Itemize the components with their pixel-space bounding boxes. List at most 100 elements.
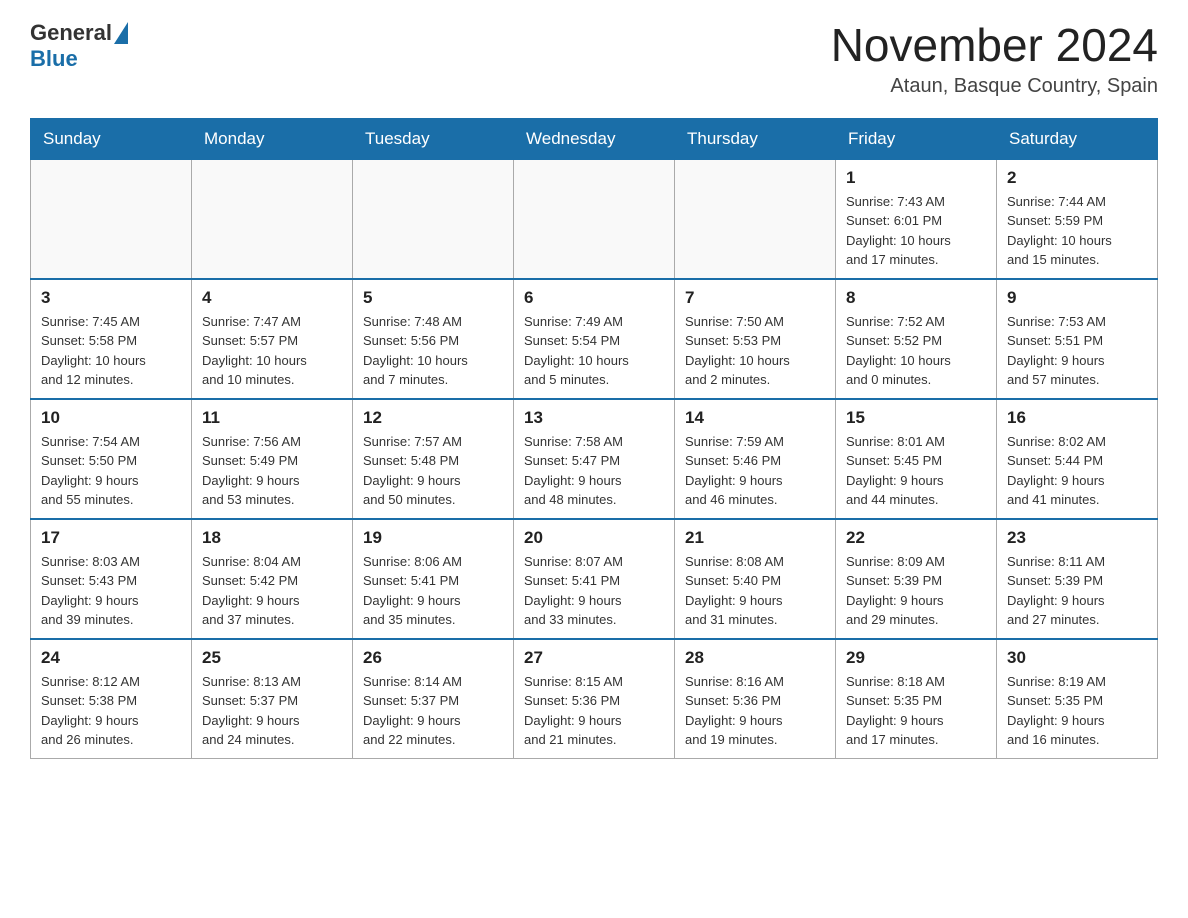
day-number: 2 bbox=[1007, 168, 1147, 188]
calendar-cell bbox=[192, 159, 353, 279]
day-info: Sunrise: 7:53 AMSunset: 5:51 PMDaylight:… bbox=[1007, 312, 1147, 390]
calendar-cell bbox=[353, 159, 514, 279]
day-info: Sunrise: 7:56 AMSunset: 5:49 PMDaylight:… bbox=[202, 432, 342, 510]
calendar-cell: 24 Sunrise: 8:12 AMSunset: 5:38 PMDayligh… bbox=[31, 639, 192, 759]
column-header-saturday: Saturday bbox=[997, 118, 1158, 159]
day-number: 30 bbox=[1007, 648, 1147, 668]
day-info: Sunrise: 7:58 AMSunset: 5:47 PMDaylight:… bbox=[524, 432, 664, 510]
calendar-cell: 6 Sunrise: 7:49 AMSunset: 5:54 PMDaylight… bbox=[514, 279, 675, 399]
day-info: Sunrise: 7:50 AMSunset: 5:53 PMDaylight:… bbox=[685, 312, 825, 390]
day-number: 24 bbox=[41, 648, 181, 668]
day-info: Sunrise: 7:45 AMSunset: 5:58 PMDaylight:… bbox=[41, 312, 181, 390]
calendar-cell: 26Sunrise: 8:14 AMSunset: 5:37 PMDayligh… bbox=[353, 639, 514, 759]
day-info: Sunrise: 8:01 AMSunset: 5:45 PMDaylight:… bbox=[846, 432, 986, 510]
column-header-tuesday: Tuesday bbox=[353, 118, 514, 159]
calendar-cell: 4 Sunrise: 7:47 AMSunset: 5:57 PMDaylight… bbox=[192, 279, 353, 399]
day-info: Sunrise: 8:09 AMSunset: 5:39 PMDaylight:… bbox=[846, 552, 986, 630]
day-info: Sunrise: 7:54 AMSunset: 5:50 PMDaylight:… bbox=[41, 432, 181, 510]
day-info: Sunrise: 8:19 AMSunset: 5:35 PMDaylight:… bbox=[1007, 672, 1147, 750]
title-section: November 2024 Ataun, Basque Country, Spa… bbox=[831, 20, 1158, 98]
column-header-wednesday: Wednesday bbox=[514, 118, 675, 159]
day-number: 21 bbox=[685, 528, 825, 548]
day-number: 26 bbox=[363, 648, 503, 668]
day-info: Sunrise: 8:13 AMSunset: 5:37 PMDaylight:… bbox=[202, 672, 342, 750]
day-number: 1 bbox=[846, 168, 986, 188]
calendar-cell bbox=[31, 159, 192, 279]
day-info: Sunrise: 8:02 AMSunset: 5:44 PMDaylight:… bbox=[1007, 432, 1147, 510]
day-number: 15 bbox=[846, 408, 986, 428]
day-info: Sunrise: 7:47 AMSunset: 5:57 PMDaylight:… bbox=[202, 312, 342, 390]
calendar-cell: 21 Sunrise: 8:08 AMSunset: 5:40 PMDayligh… bbox=[675, 519, 836, 639]
week-row-5: 24 Sunrise: 8:12 AMSunset: 5:38 PMDayligh… bbox=[31, 639, 1158, 759]
calendar-cell: 8 Sunrise: 7:52 AMSunset: 5:52 PMDaylight… bbox=[836, 279, 997, 399]
calendar-cell: 2 Sunrise: 7:44 AMSunset: 5:59 PMDaylight… bbox=[997, 159, 1158, 279]
calendar-cell: 3 Sunrise: 7:45 AMSunset: 5:58 PMDaylight… bbox=[31, 279, 192, 399]
day-info: Sunrise: 7:49 AMSunset: 5:54 PMDaylight:… bbox=[524, 312, 664, 390]
calendar-table: SundayMondayTuesdayWednesdayThursdayFrid… bbox=[30, 118, 1158, 759]
page-header: General Blue November 2024 Ataun, Basque… bbox=[30, 20, 1158, 98]
calendar-cell: 15 Sunrise: 8:01 AMSunset: 5:45 PMDayligh… bbox=[836, 399, 997, 519]
day-info: Sunrise: 8:03 AMSunset: 5:43 PMDaylight:… bbox=[41, 552, 181, 630]
calendar-cell: 28 Sunrise: 8:16 AMSunset: 5:36 PMDayligh… bbox=[675, 639, 836, 759]
day-number: 7 bbox=[685, 288, 825, 308]
day-info: Sunrise: 8:16 AMSunset: 5:36 PMDaylight:… bbox=[685, 672, 825, 750]
day-number: 13 bbox=[524, 408, 664, 428]
day-number: 10 bbox=[41, 408, 181, 428]
calendar-cell bbox=[675, 159, 836, 279]
day-info: Sunrise: 8:04 AMSunset: 5:42 PMDaylight:… bbox=[202, 552, 342, 630]
day-number: 9 bbox=[1007, 288, 1147, 308]
day-number: 22 bbox=[846, 528, 986, 548]
day-info: Sunrise: 8:08 AMSunset: 5:40 PMDaylight:… bbox=[685, 552, 825, 630]
day-info: Sunrise: 7:44 AMSunset: 5:59 PMDaylight:… bbox=[1007, 192, 1147, 270]
day-number: 6 bbox=[524, 288, 664, 308]
calendar-cell: 29 Sunrise: 8:18 AMSunset: 5:35 PMDayligh… bbox=[836, 639, 997, 759]
day-info: Sunrise: 7:43 AMSunset: 6:01 PMDaylight:… bbox=[846, 192, 986, 270]
day-number: 8 bbox=[846, 288, 986, 308]
day-number: 4 bbox=[202, 288, 342, 308]
day-number: 20 bbox=[524, 528, 664, 548]
day-number: 25 bbox=[202, 648, 342, 668]
day-info: Sunrise: 8:12 AMSunset: 5:38 PMDaylight:… bbox=[41, 672, 181, 750]
column-header-sunday: Sunday bbox=[31, 118, 192, 159]
logo-text-general: General bbox=[30, 20, 112, 46]
day-number: 18 bbox=[202, 528, 342, 548]
column-header-monday: Monday bbox=[192, 118, 353, 159]
column-header-thursday: Thursday bbox=[675, 118, 836, 159]
day-number: 3 bbox=[41, 288, 181, 308]
day-info: Sunrise: 8:15 AMSunset: 5:36 PMDaylight:… bbox=[524, 672, 664, 750]
day-number: 11 bbox=[202, 408, 342, 428]
calendar-cell: 16 Sunrise: 8:02 AMSunset: 5:44 PMDayligh… bbox=[997, 399, 1158, 519]
calendar-cell: 17Sunrise: 8:03 AMSunset: 5:43 PMDayligh… bbox=[31, 519, 192, 639]
day-number: 27 bbox=[524, 648, 664, 668]
logo-text-blue: Blue bbox=[30, 46, 78, 71]
day-number: 12 bbox=[363, 408, 503, 428]
day-number: 19 bbox=[363, 528, 503, 548]
day-number: 23 bbox=[1007, 528, 1147, 548]
calendar-cell: 27 Sunrise: 8:15 AMSunset: 5:36 PMDayligh… bbox=[514, 639, 675, 759]
calendar-header-row: SundayMondayTuesdayWednesdayThursdayFrid… bbox=[31, 118, 1158, 159]
calendar-cell: 9 Sunrise: 7:53 AMSunset: 5:51 PMDaylight… bbox=[997, 279, 1158, 399]
column-header-friday: Friday bbox=[836, 118, 997, 159]
logo-triangle-icon bbox=[114, 22, 128, 44]
day-info: Sunrise: 7:57 AMSunset: 5:48 PMDaylight:… bbox=[363, 432, 503, 510]
week-row-2: 3 Sunrise: 7:45 AMSunset: 5:58 PMDaylight… bbox=[31, 279, 1158, 399]
month-title: November 2024 bbox=[831, 20, 1158, 71]
day-number: 16 bbox=[1007, 408, 1147, 428]
day-info: Sunrise: 8:07 AMSunset: 5:41 PMDaylight:… bbox=[524, 552, 664, 630]
calendar-cell: 7 Sunrise: 7:50 AMSunset: 5:53 PMDaylight… bbox=[675, 279, 836, 399]
week-row-1: 1 Sunrise: 7:43 AMSunset: 6:01 PMDaylight… bbox=[31, 159, 1158, 279]
day-info: Sunrise: 8:11 AMSunset: 5:39 PMDaylight:… bbox=[1007, 552, 1147, 630]
calendar-cell: 19Sunrise: 8:06 AMSunset: 5:41 PMDayligh… bbox=[353, 519, 514, 639]
calendar-cell: 14Sunrise: 7:59 AMSunset: 5:46 PMDayligh… bbox=[675, 399, 836, 519]
day-number: 14 bbox=[685, 408, 825, 428]
calendar-cell: 5Sunrise: 7:48 AMSunset: 5:56 PMDaylight… bbox=[353, 279, 514, 399]
calendar-cell: 22 Sunrise: 8:09 AMSunset: 5:39 PMDayligh… bbox=[836, 519, 997, 639]
location-title: Ataun, Basque Country, Spain bbox=[831, 75, 1158, 98]
day-info: Sunrise: 8:18 AMSunset: 5:35 PMDaylight:… bbox=[846, 672, 986, 750]
calendar-cell: 12 Sunrise: 7:57 AMSunset: 5:48 PMDayligh… bbox=[353, 399, 514, 519]
day-number: 28 bbox=[685, 648, 825, 668]
calendar-cell: 10 Sunrise: 7:54 AMSunset: 5:50 PMDayligh… bbox=[31, 399, 192, 519]
day-info: Sunrise: 7:52 AMSunset: 5:52 PMDaylight:… bbox=[846, 312, 986, 390]
day-number: 29 bbox=[846, 648, 986, 668]
day-number: 5 bbox=[363, 288, 503, 308]
